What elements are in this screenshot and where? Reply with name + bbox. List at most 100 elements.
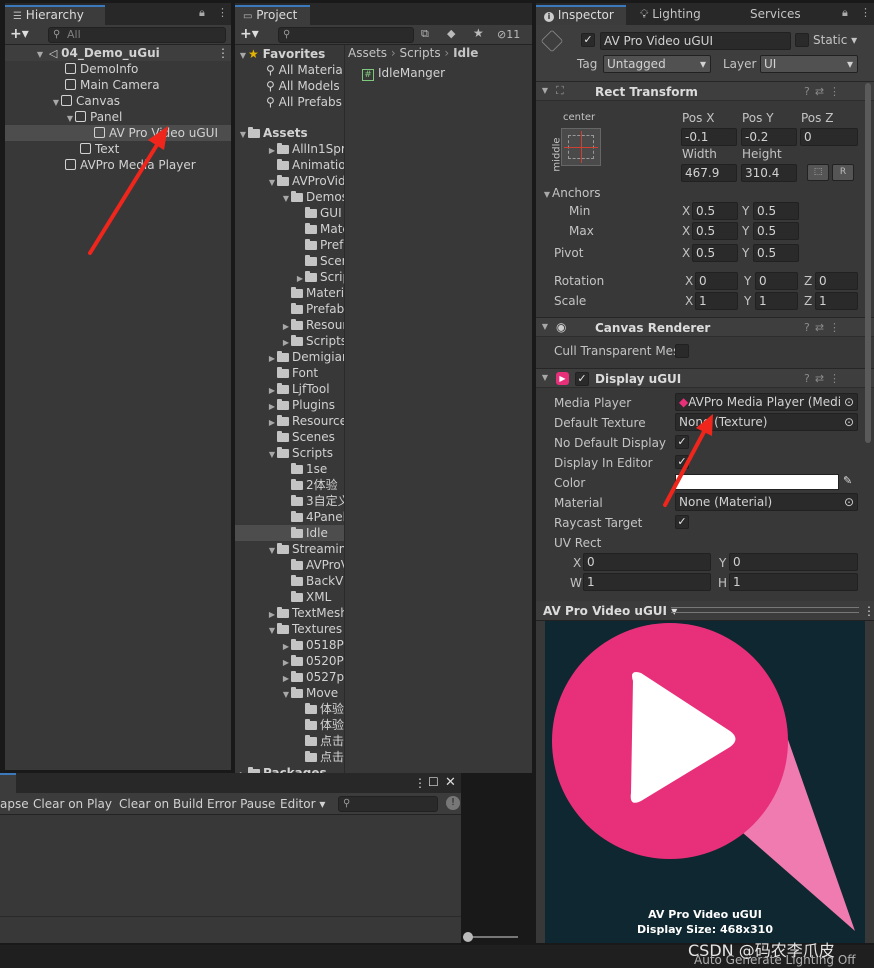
add-icon[interactable]: +▾ [240,26,259,42]
pos-x-field[interactable]: -0.1 [681,128,737,146]
project-folder-item[interactable]: ▶Resources [267,413,344,429]
project-folder-item[interactable]: ▼Streaming [267,541,344,559]
project-folder-item[interactable]: ▼ Scripts [267,445,333,461]
display-in-editor-checkbox[interactable]: ✓ [675,455,689,469]
object-name-field[interactable]: AV Pro Video uGUI [600,32,791,50]
project-folder-item[interactable]: Animation [267,157,344,173]
uv-h-field[interactable]: 1 [729,573,858,591]
project-folder-item[interactable]: ▶Script [295,269,344,285]
favorites-header[interactable]: ▼ ★ Favorites [238,46,325,62]
more-menu-icon[interactable]: ⋮ [860,6,871,19]
project-folder-item[interactable]: Font [267,365,318,381]
cull-transparent-checkbox[interactable] [675,344,689,358]
favorite-item[interactable]: ⚲ All Models [266,78,340,94]
hierarchy-search-input[interactable]: ⚲ All [48,27,226,43]
file-item[interactable]: # IdleManger [362,65,445,81]
project-folder-item[interactable]: ▼AVProVide [267,173,344,191]
collapse-button[interactable]: apse [0,797,29,811]
expand-arrow-icon[interactable]: ▼ [267,543,277,559]
layer-dropdown[interactable]: UI ▾ [760,55,858,73]
warning-filter-icon[interactable]: ! [446,796,460,810]
project-folder-item[interactable]: ▶ Scripts [281,333,344,349]
object-picker-icon[interactable]: ⊙ [844,394,854,410]
scale-z-field[interactable]: 1 [815,292,858,310]
project-folder-item[interactable]: ▶ TextMesh [267,605,344,621]
material-field[interactable]: None (Material) ⊙ [675,493,858,511]
default-texture-field[interactable]: None (Texture) ⊙ [675,413,858,431]
tab-hierarchy[interactable]: ☰ Hierarchy [5,5,105,25]
maximize-icon[interactable]: ☐ [428,775,439,789]
scale-x-field[interactable]: 1 [695,292,738,310]
project-folder-item[interactable]: 点击 [295,733,344,749]
rotation-z-field[interactable]: 0 [815,272,858,290]
project-folder-item[interactable]: ▼ Demos [281,189,344,207]
project-folder-item[interactable]: 点击2 [295,749,344,765]
filter-type-icon[interactable]: ⧉ [421,27,429,41]
rotation-x-field[interactable]: 0 [695,272,738,290]
active-checkbox[interactable]: ✓ [581,33,595,47]
project-search-input[interactable]: ⚲ [278,27,414,43]
anchor-min-y-field[interactable]: 0.5 [753,202,799,220]
project-folder-item[interactable]: Prefabs [281,301,344,317]
project-folder-item[interactable]: GUI [295,205,342,221]
tab-lighting[interactable]: 💡︎ Lighting [640,7,701,22]
pos-z-field[interactable]: 0 [800,128,858,146]
display-ugui-enabled-checkbox[interactable]: ✓ [575,372,589,386]
slider-handle[interactable] [463,932,473,942]
project-folder-item[interactable]: Mater [295,221,344,237]
project-folder-item[interactable]: ▶ LjfTool [267,381,330,397]
project-folder-item[interactable]: ▶0520PN [281,653,344,669]
scale-y-field[interactable]: 1 [755,292,798,310]
tab-inspector[interactable]: i Inspector [536,5,626,25]
scene-row[interactable]: ▼ ◁ 04_Demo_uGui ⋮ [5,45,231,61]
anchor-max-x-field[interactable]: 0.5 [692,222,738,240]
project-folder-item[interactable]: ▶Demigiant [267,349,344,365]
preview-drag-handle[interactable] [671,607,859,613]
favorite-item[interactable]: ⚲ All Materia [266,62,343,78]
expand-arrow-icon[interactable]: ▼ [267,447,277,463]
color-swatch[interactable] [675,474,839,490]
tab-services[interactable]: Services [750,7,801,21]
expand-arrow-icon[interactable]: ▼ [281,191,291,207]
error-pause-button[interactable]: Error Pause [207,797,275,811]
hierarchy-item[interactable]: Text [80,141,119,157]
add-icon[interactable]: +▾ [10,26,29,42]
hierarchy-item-selected[interactable]: AV Pro Video uGUI [5,125,231,141]
project-folder-item[interactable]: ▶AllIn1Sprite [267,141,344,157]
canvas-renderer-header[interactable]: ▼ ◉ Canvas Renderer ?⇄⋮ [536,317,874,337]
project-folder-item[interactable]: Prefal [295,237,344,253]
pos-y-field[interactable]: -0.2 [741,128,797,146]
hidden-count-icon[interactable]: ⊘11 [497,28,520,41]
expand-arrow-icon[interactable]: ▼ [281,687,291,703]
raycast-target-checkbox[interactable]: ✓ [675,515,689,529]
preview-title-dropdown[interactable]: AV Pro Video uGUI ▾ [543,604,677,618]
star-icon[interactable]: ★ [473,26,484,40]
more-menu-icon[interactable]: ⋮ [217,6,228,19]
project-folder-item[interactable]: 2体验 [281,477,338,493]
hierarchy-item[interactable]: AVPro Media Player [65,157,196,173]
rect-transform-header[interactable]: ▼ ⛶ Rect Transform ?⇄⋮ [536,81,874,101]
lock-icon[interactable]: 🔒︎ [199,6,205,20]
uv-w-field[interactable]: 1 [583,573,711,591]
project-folder-item[interactable]: Material [281,285,344,301]
project-folder-item[interactable]: 体验者 [295,717,344,733]
expand-arrow-icon[interactable]: ▼ [267,175,277,191]
zoom-slider[interactable] [463,932,518,942]
lock-icon[interactable]: 🔒︎ [842,6,848,20]
height-field[interactable]: 310.4 [741,164,797,182]
clear-on-play-button[interactable]: Clear on Play [33,797,112,811]
expand-arrow-icon[interactable]: ▼ [35,47,45,63]
project-folder-item[interactable]: BackVid [281,573,344,589]
collapse-arrow-icon[interactable]: ▼ [540,322,550,331]
anchor-preset-button[interactable] [561,128,601,166]
pivot-x-field[interactable]: 0.5 [692,244,738,262]
anchors-foldout[interactable]: ▼ Anchors [542,186,601,200]
static-dropdown[interactable]: Static ▾ [813,33,857,47]
raw-edit-button[interactable]: R [832,164,854,181]
scene-menu-icon[interactable]: ⋮ [217,45,229,61]
project-folder-item[interactable]: 4Panel [281,509,344,525]
project-folder-item[interactable]: ▶Packages [238,765,327,773]
static-checkbox[interactable] [795,33,809,47]
component-menu-icons[interactable]: ?⇄⋮ [804,85,845,98]
eyedropper-icon[interactable]: ✎ [843,474,852,487]
